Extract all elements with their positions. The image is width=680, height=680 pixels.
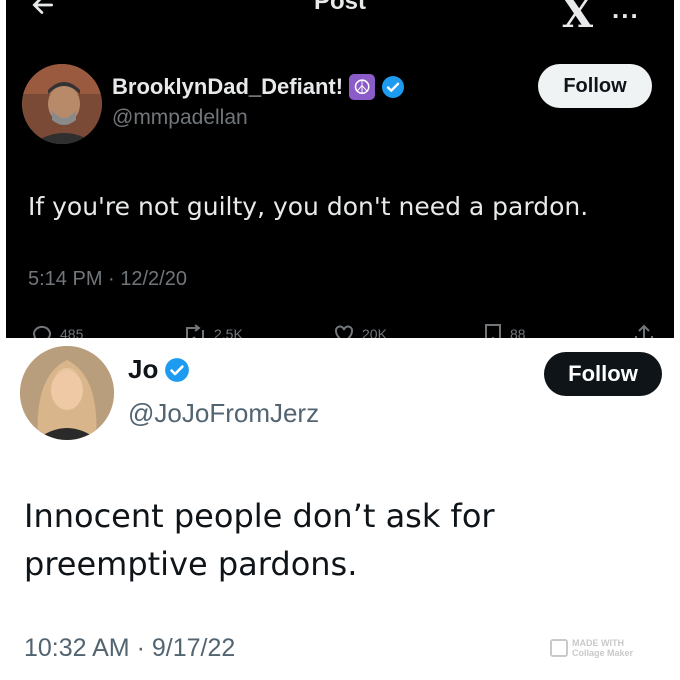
reply-icon [32, 325, 51, 338]
share-button[interactable] [632, 322, 656, 338]
tweet-timestamp[interactable]: 10:32 AM · 9/17/22 [24, 634, 235, 663]
like-count: 20K [362, 326, 387, 338]
watermark-line1: MADE WITH [572, 638, 624, 648]
repost-button[interactable]: 2.5K [182, 322, 243, 338]
share-icon [635, 324, 653, 338]
more-icon[interactable]: ... [612, 0, 640, 25]
repost-count: 2.5K [214, 326, 243, 338]
verified-badge-icon [165, 357, 190, 382]
collage-maker-icon [550, 639, 568, 657]
avatar[interactable] [20, 346, 114, 440]
like-icon [335, 325, 353, 338]
author-name-text: Jo [128, 354, 159, 384]
watermark: MADE WITH Collage Maker [550, 636, 662, 660]
follow-button[interactable]: Follow [544, 352, 662, 396]
top-tweet-panel: Post X ... BrooklynDad_Defiant! ☮ @mmpad… [6, 0, 674, 338]
follow-button[interactable]: Follow [538, 64, 652, 108]
verified-badge-icon [382, 76, 405, 98]
reply-count: 485 [60, 326, 84, 338]
watermark-line2: Collage Maker [572, 648, 634, 658]
tweet-text: If you're not guilty, you don't need a p… [28, 192, 589, 221]
repost-icon [186, 324, 204, 338]
author-name[interactable]: Jo [128, 354, 190, 385]
reply-button[interactable]: 485 [30, 322, 83, 338]
author-handle[interactable]: @JoJoFromJerz [128, 398, 319, 429]
author-name[interactable]: BrooklynDad_Defiant! ☮ [112, 74, 405, 100]
like-button[interactable]: 20K [332, 322, 387, 338]
tweet-text: Innocent people don’t ask for preemptive… [24, 497, 495, 583]
bookmark-button[interactable]: 88 [482, 322, 526, 338]
author-handle[interactable]: @mmpadellan [112, 106, 248, 130]
bottom-tweet-panel: Jo @JoJoFromJerz Follow Innocent people … [6, 338, 674, 680]
bookmark-count: 88 [510, 326, 526, 338]
peace-symbol-icon: ☮ [349, 74, 376, 100]
avatar[interactable] [22, 64, 102, 144]
tweet-timestamp[interactable]: 5:14 PM · 12/2/20 [28, 268, 187, 291]
x-logo-icon[interactable]: X [562, 0, 593, 37]
action-bar: 485 2.5K 20K 88 [6, 322, 674, 338]
author-name-text: BrooklynDad_Defiant! [112, 74, 344, 99]
bookmark-icon [485, 324, 501, 338]
